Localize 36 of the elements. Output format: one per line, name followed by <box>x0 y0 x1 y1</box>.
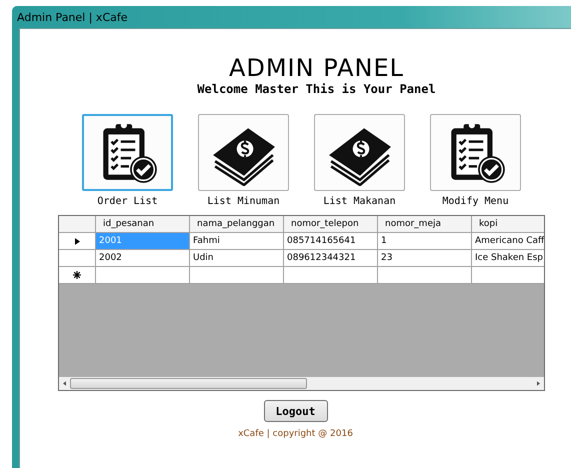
menu-tile[interactable] <box>82 114 173 191</box>
new-row-icon <box>73 271 81 279</box>
table-cell: Americano Caff <box>472 233 544 250</box>
table-cell: 089612344321 <box>284 250 378 267</box>
menu-label: List Minuman <box>207 196 280 207</box>
scroll-thumb[interactable] <box>70 378 307 389</box>
table-cell: Udin <box>190 250 284 267</box>
horizontal-scrollbar[interactable] <box>59 377 544 390</box>
column-header[interactable]: kopi <box>472 216 544 233</box>
column-header[interactable]: id_pesanan <box>96 216 190 233</box>
table-cell: 1 <box>378 233 472 250</box>
menu-label: List Makanan <box>323 196 396 207</box>
table-cell: 2001 <box>96 233 190 250</box>
column-header[interactable]: nomor_telepon <box>284 216 378 233</box>
table-cell: Ice Shaken Esp <box>472 250 544 267</box>
menu-label: Modify Menu <box>442 196 509 207</box>
table-cell: Fahmi <box>190 233 284 250</box>
scroll-right-icon[interactable] <box>537 381 540 386</box>
table-cell: 085714165641 <box>284 233 378 250</box>
column-header[interactable]: nomor_meja <box>378 216 472 233</box>
row-header[interactable] <box>59 267 96 284</box>
current-row-icon <box>74 238 80 244</box>
footer-text: xCafe | copyright @ 2016 <box>238 429 353 439</box>
menu-tile[interactable] <box>198 114 289 191</box>
scroll-left-icon[interactable] <box>63 381 66 386</box>
window-title: Admin Panel | xCafe <box>17 10 128 24</box>
table-cell: 2002 <box>96 250 190 267</box>
panel-title: ADMIN PANEL <box>228 54 404 82</box>
menu-label: Order List <box>97 196 158 207</box>
logout-button[interactable]: Logout <box>264 400 328 422</box>
table-cell: 23 <box>378 250 472 267</box>
column-header[interactable]: nama_pelanggan <box>190 216 284 233</box>
menu-tile[interactable] <box>314 114 405 191</box>
menu-tile[interactable] <box>430 114 521 191</box>
panel-subtitle: Welcome Master This is Your Panel <box>197 82 436 96</box>
row-header[interactable] <box>59 233 96 250</box>
